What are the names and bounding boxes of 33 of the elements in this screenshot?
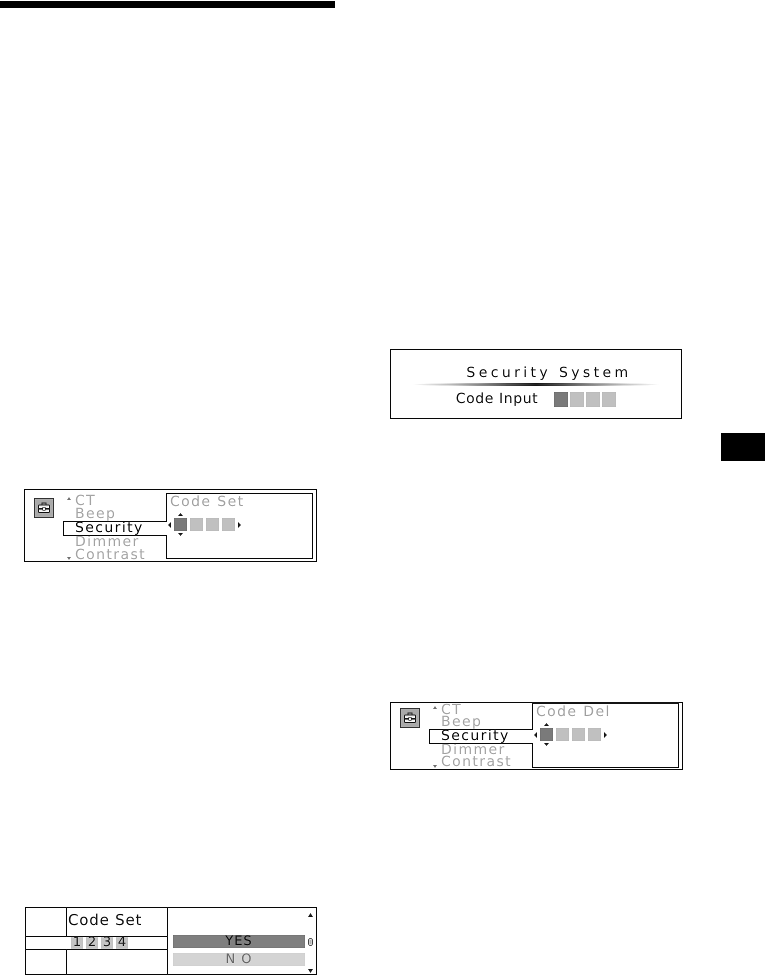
menu-item[interactable]: Dimmer <box>441 744 532 757</box>
oval-icon <box>308 938 313 946</box>
edge-marker <box>721 433 765 461</box>
scroll-up-icon <box>433 706 437 709</box>
code-digit: 4 <box>116 937 128 949</box>
right-caret-icon <box>238 522 241 528</box>
down-caret-icon <box>544 743 549 746</box>
code-label: Code Input <box>456 391 538 407</box>
scroll-down-icon <box>433 764 437 768</box>
menu-item[interactable]: CT <box>441 704 532 717</box>
toolbox-icon <box>34 498 54 518</box>
up-caret-icon <box>544 723 549 726</box>
down-caret-icon <box>178 533 183 536</box>
menu-item[interactable]: Security <box>429 729 533 744</box>
menu-item[interactable]: Security <box>63 521 167 536</box>
menu-item[interactable]: Dimmer <box>75 536 166 549</box>
menu-item[interactable]: Beep <box>75 508 166 521</box>
right-caret-icon <box>604 732 607 738</box>
toolbox-icon <box>400 708 420 728</box>
menu-item[interactable]: Contrast <box>441 756 532 770</box>
menu-option[interactable]: YES <box>173 935 305 948</box>
menu-item[interactable]: Beep <box>441 716 532 730</box>
menu-option[interactable]: N O <box>173 953 305 966</box>
scroll-up-icon <box>67 497 71 500</box>
panel-title: Code Set <box>67 911 142 929</box>
panel-title: Code Set <box>169 495 244 509</box>
panel-title: Code Del <box>535 705 611 719</box>
up-caret-icon <box>178 513 183 516</box>
menu-item[interactable]: Contrast <box>75 549 166 562</box>
menu-item[interactable]: CT <box>75 495 166 508</box>
scroll-down-icon <box>67 557 71 560</box>
scroll-up-icon <box>308 913 313 917</box>
display-title: Security System <box>466 365 632 381</box>
